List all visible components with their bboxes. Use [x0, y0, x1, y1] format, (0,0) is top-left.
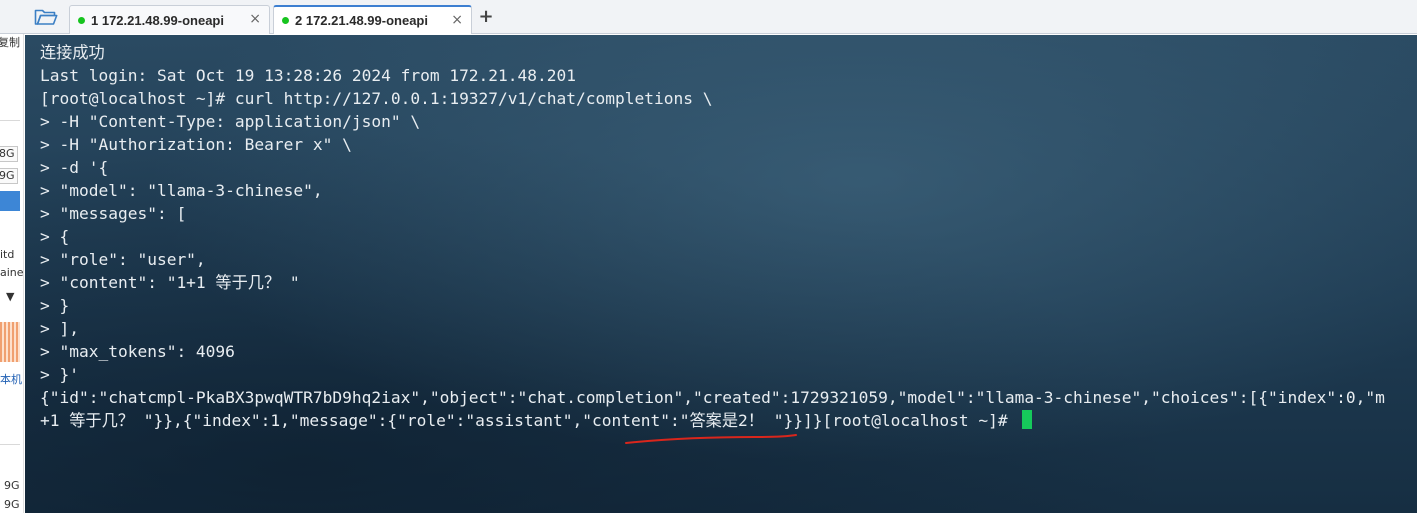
tab-title: 1 172.21.48.99-oneapi: [91, 12, 224, 28]
chevron-down-icon[interactable]: ▼: [6, 290, 14, 303]
terminal-line: > ],: [40, 319, 79, 338]
terminal-line: > "max_tokens": 4096: [40, 342, 235, 361]
folder-open-icon: [34, 9, 58, 25]
strip-field[interactable]: 8G: [0, 146, 18, 162]
close-icon[interactable]: ×: [451, 13, 463, 27]
terminal-prompt-line: +1 等于几？ "}},{"index":1,"message":{"role"…: [40, 409, 1033, 432]
terminal-line: > -d '{: [40, 158, 109, 177]
strip-label[interactable]: 本机: [0, 371, 22, 387]
terminal-line: [root@localhost ~]# curl http://127.0.0.…: [40, 89, 713, 108]
terminal-line: > "messages": [: [40, 204, 187, 223]
background-window-strip: 复制 8G 9G itd aine ▼ 本机 9G 9G: [0, 34, 24, 513]
strip-label: itd: [0, 248, 15, 261]
strip-field[interactable]: 9G: [0, 168, 18, 184]
divider: [0, 444, 20, 445]
annotation-underline: [625, 434, 797, 444]
terminal-line: 连接成功: [40, 43, 105, 62]
terminal-line: > {: [40, 227, 70, 246]
terminal-line: {"id":"chatcmpl-PkaBX3pwqWTR7bD9hq2iax",…: [40, 388, 1385, 407]
terminal-line-text: +1 等于几？ "}},{"index":1,"message":{"role"…: [40, 411, 1018, 430]
connected-status-icon: [282, 17, 289, 24]
strip-label: 9G: [4, 479, 20, 492]
terminal-line: > "model": "llama-3-chinese",: [40, 181, 323, 200]
terminal-output[interactable]: 连接成功 Last login: Sat Oct 19 13:28:26 202…: [25, 35, 1417, 513]
terminal-cursor: [1022, 410, 1033, 429]
mini-chart: [0, 322, 20, 362]
close-icon[interactable]: ×: [249, 12, 261, 26]
strip-label: aine: [0, 266, 24, 279]
new-tab-button[interactable]: +: [476, 6, 496, 28]
tab-bar: 1 172.21.48.99-oneapi × 2 172.21.48.99-o…: [0, 0, 1417, 34]
tab-title: 2 172.21.48.99-oneapi: [295, 13, 428, 28]
selected-row[interactable]: [0, 191, 20, 211]
terminal-line: > }': [40, 365, 79, 384]
divider: [0, 120, 20, 121]
session-tab-1[interactable]: 1 172.21.48.99-oneapi ×: [69, 5, 270, 34]
terminal-line: > "role": "user",: [40, 250, 206, 269]
terminal-line: > }: [40, 296, 70, 315]
session-tab-2[interactable]: 2 172.21.48.99-oneapi ×: [273, 5, 472, 34]
terminal-line: > -H "Content-Type: application/json" \: [40, 112, 421, 131]
terminal-line: Last login: Sat Oct 19 13:28:26 2024 fro…: [40, 66, 577, 85]
strip-label: 复制: [0, 36, 20, 49]
terminal-line: > -H "Authorization: Bearer x" \: [40, 135, 352, 154]
strip-label: 9G: [4, 498, 20, 511]
open-folder-button[interactable]: [31, 5, 61, 29]
connected-status-icon: [78, 16, 85, 24]
terminal-line: > "content": "1+1 等于几？ ": [40, 273, 300, 292]
